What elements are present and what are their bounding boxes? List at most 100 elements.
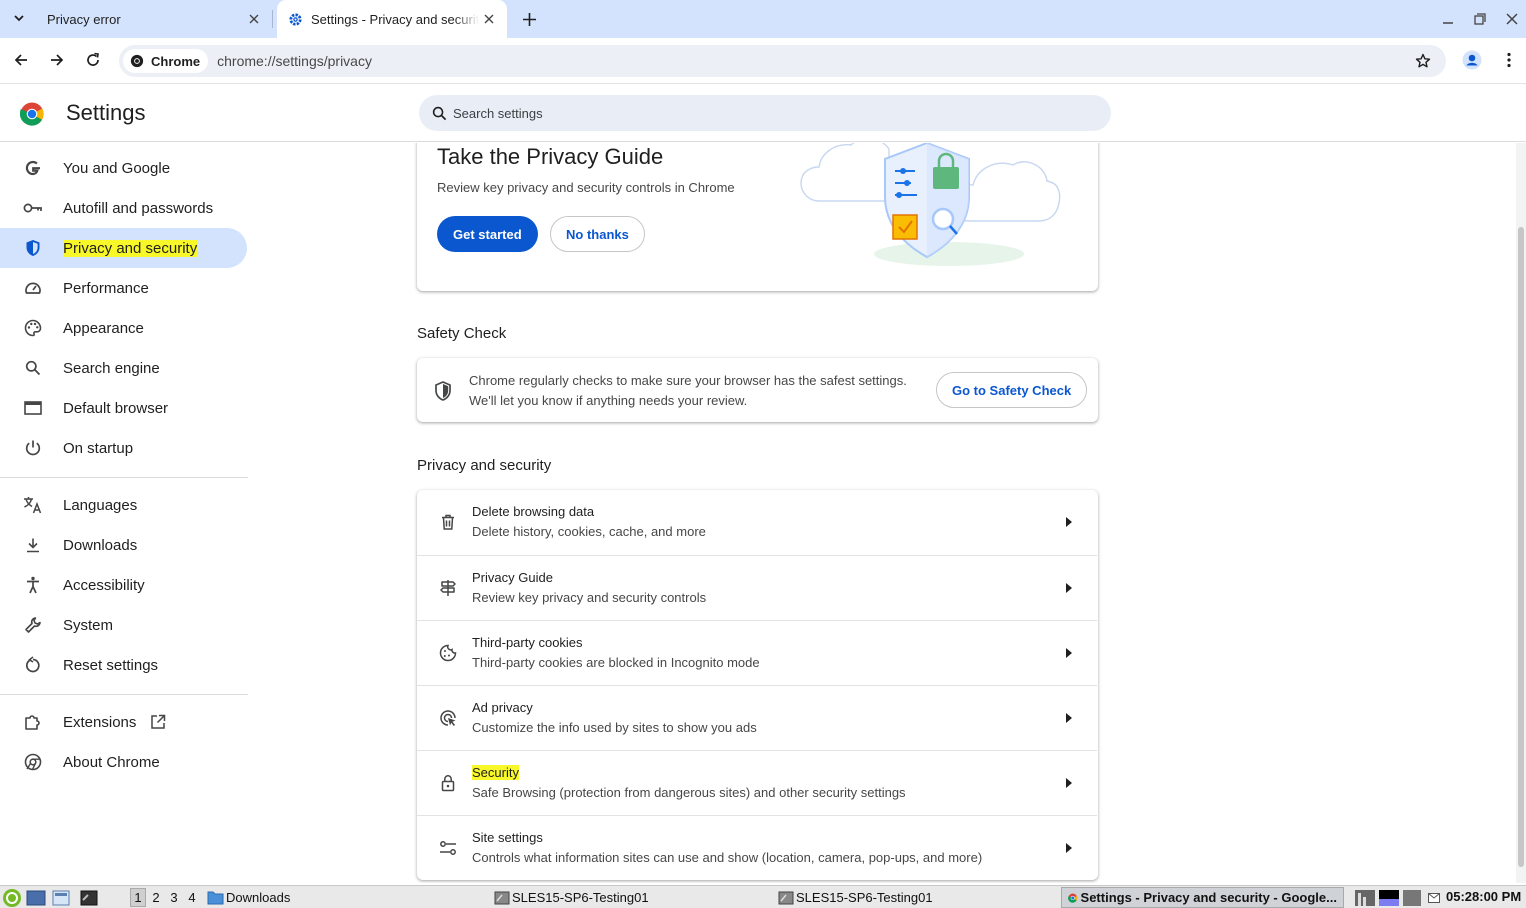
go-to-safety-check-button[interactable]: Go to Safety Check [936, 372, 1088, 408]
get-started-button[interactable]: Get started [437, 216, 538, 252]
site-info-chip[interactable]: Chrome [123, 49, 209, 73]
sidebar-item-performance[interactable]: Performance [0, 268, 247, 308]
taskbar-clock[interactable]: 05:28:00 PM [1446, 889, 1521, 904]
row-third-party-cookies[interactable]: Third-party cookies Third-party cookies … [417, 620, 1097, 685]
tab-privacy-error[interactable]: Privacy error [36, 0, 272, 38]
taskbar-downloads[interactable]: Downloads [207, 887, 290, 908]
tab-strip: Privacy error Settings - Privacy and sec… [0, 0, 1526, 38]
url-text[interactable]: chrome://settings/privacy [217, 53, 1411, 69]
chrome-icon [1068, 893, 1078, 903]
scrollbar-thumb[interactable] [1518, 227, 1524, 867]
bookmark-star-button[interactable] [1411, 49, 1435, 73]
sidebar-item-about-chrome[interactable]: About Chrome [0, 742, 247, 782]
start-menu-button[interactable] [2, 887, 22, 908]
sidebar-item-you-and-google[interactable]: You and Google [0, 148, 247, 188]
vm-window-icon [778, 891, 794, 904]
taskbar-task-vm-2[interactable]: SLES15-SP6-Testing01 [778, 887, 933, 908]
row-title: Site settings [472, 830, 543, 845]
task-label: SLES15-SP6-Testing01 [796, 890, 933, 905]
sidebar-item-autofill[interactable]: Autofill and passwords [0, 188, 247, 228]
no-thanks-button[interactable]: No thanks [550, 216, 645, 252]
safety-check-line1: Chrome regularly checks to make sure you… [469, 373, 907, 388]
search-icon [431, 105, 447, 121]
chrome-logo-icon [20, 102, 44, 126]
wrench-icon [22, 614, 44, 636]
page-scrollbar[interactable] [1516, 143, 1526, 883]
accessibility-icon [22, 574, 44, 596]
sidebar-item-label: Downloads [63, 536, 138, 554]
taskbar-task-vm-1[interactable]: SLES15-SP6-Testing01 [494, 887, 649, 908]
row-ad-privacy[interactable]: Ad privacy Customize the info used by si… [417, 685, 1097, 750]
tab-search-button[interactable] [6, 5, 32, 31]
sidebar-item-search-engine[interactable]: Search engine [0, 348, 247, 388]
new-tab-button[interactable] [517, 7, 541, 31]
taskbar-downloads-label: Downloads [226, 890, 291, 905]
tab-title: Settings - Privacy and securit [311, 11, 479, 27]
sidebar-item-label: Reset settings [63, 656, 159, 674]
sidebar-item-on-startup[interactable]: On startup [0, 428, 247, 468]
arrow-right-icon [1062, 646, 1076, 660]
row-delete-browsing-data[interactable]: Delete browsing data Delete history, coo… [417, 490, 1097, 555]
row-site-settings[interactable]: Site settings Controls what information … [417, 815, 1097, 880]
sidebar-item-languages[interactable]: Languages [0, 485, 247, 525]
trash-icon [437, 511, 459, 533]
forward-button[interactable] [45, 48, 69, 72]
back-button[interactable] [9, 48, 33, 72]
row-title: Delete browsing data [472, 504, 595, 519]
tab-divider [272, 10, 273, 28]
desktop-taskbar: 1 2 3 4 Downloads SLES15-SP6-Testing01 S… [0, 885, 1526, 908]
page-title: Settings [66, 100, 146, 125]
row-privacy-guide[interactable]: Privacy Guide Review key privacy and sec… [417, 555, 1097, 620]
file-manager-launcher[interactable] [51, 887, 71, 908]
memory-monitor-icon[interactable] [1378, 889, 1400, 907]
network-monitor-icon[interactable] [1402, 889, 1422, 907]
workspace-2[interactable]: 2 [148, 888, 164, 907]
reload-button[interactable] [81, 48, 105, 72]
settings-main: Take the Privacy Guide Review key privac… [250, 143, 1516, 883]
cpu-monitor-icon[interactable] [1354, 889, 1376, 907]
terminal-launcher[interactable] [79, 887, 99, 908]
tab-title: Privacy error [47, 11, 121, 27]
sidebar-item-label: Performance [63, 279, 149, 297]
sidebar-item-extensions[interactable]: Extensions [0, 702, 247, 742]
show-desktop-launcher[interactable] [26, 887, 46, 908]
row-security[interactable]: Security Safe Browsing (protection from … [417, 750, 1097, 815]
tab-settings[interactable]: Settings - Privacy and securit [277, 0, 507, 38]
close-window-button[interactable] [1501, 8, 1523, 30]
sidebar-item-reset[interactable]: Reset settings [0, 645, 247, 685]
workspace-1[interactable]: 1 [130, 888, 146, 907]
vm-window-icon [494, 891, 510, 904]
sidebar-item-accessibility[interactable]: Accessibility [0, 565, 247, 605]
download-icon [22, 534, 44, 556]
sidebar-item-system[interactable]: System [0, 605, 247, 645]
sidebar-item-label: Appearance [63, 319, 144, 337]
sidebar-item-default-browser[interactable]: Default browser [0, 388, 247, 428]
menu-button[interactable] [1497, 48, 1521, 72]
address-bar[interactable]: Chrome chrome://settings/privacy [119, 45, 1446, 77]
restore-button[interactable] [1469, 8, 1491, 30]
sidebar-item-privacy[interactable]: Privacy and security [0, 228, 247, 268]
shield-icon [22, 237, 44, 259]
workspace-4[interactable]: 4 [184, 888, 200, 907]
mail-icon[interactable] [1428, 892, 1440, 903]
sidebar-item-appearance[interactable]: Appearance [0, 308, 247, 348]
sidebar-item-label: On startup [63, 439, 134, 457]
sidebar-item-label: About Chrome [63, 753, 160, 771]
tab-close-button[interactable] [479, 9, 499, 29]
search-input[interactable] [453, 105, 1053, 121]
close-icon [1506, 13, 1518, 25]
distro-logo-icon [3, 888, 21, 907]
row-subtitle: Delete history, cookies, cache, and more [472, 524, 706, 539]
site-chip-label: Chrome [151, 53, 201, 69]
row-subtitle: Review key privacy and security controls [472, 590, 707, 605]
minimize-button[interactable] [1437, 8, 1459, 30]
workspace-3[interactable]: 3 [166, 888, 182, 907]
settings-header: Settings [0, 85, 1526, 142]
task-label: SLES15-SP6-Testing01 [512, 890, 649, 905]
profile-button[interactable] [1460, 48, 1484, 72]
sidebar-item-downloads[interactable]: Downloads [0, 525, 247, 565]
taskbar-task-chrome[interactable]: Settings - Privacy and security - Google… [1061, 887, 1344, 908]
settings-search[interactable] [419, 95, 1111, 131]
minimize-icon [1443, 22, 1453, 24]
tab-close-button[interactable] [244, 9, 264, 29]
